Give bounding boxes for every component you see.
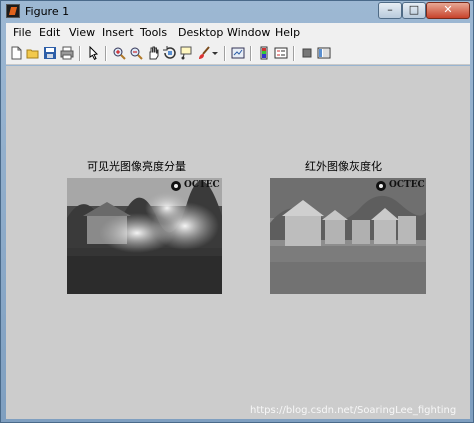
- menu-bar: File Edit View Insert Tools Desktop Wind…: [6, 23, 470, 42]
- show-plot-tools-icon[interactable]: [317, 46, 331, 60]
- menu-help[interactable]: Help: [275, 26, 300, 39]
- select-arrow-icon[interactable]: [86, 46, 100, 60]
- toolbar-separator: [293, 46, 295, 61]
- menu-desktop[interactable]: Desktop: [178, 26, 223, 39]
- window-title: Figure 1: [25, 5, 70, 18]
- left-axes-title: 可见光图像亮度分量: [87, 160, 186, 173]
- visible-light-image[interactable]: OCTEC: [67, 178, 222, 294]
- matlab-icon: [6, 4, 20, 18]
- pan-hand-icon[interactable]: [146, 46, 160, 60]
- watermark: https://blog.csdn.net/SoaringLee_fightin…: [250, 405, 457, 416]
- menu-window[interactable]: Window: [227, 26, 270, 39]
- menu-file[interactable]: File: [13, 26, 31, 39]
- menu-edit[interactable]: Edit: [39, 26, 60, 39]
- new-file-icon[interactable]: [9, 46, 23, 60]
- menu-insert[interactable]: Insert: [102, 26, 134, 39]
- figure-canvas[interactable]: 可见光图像亮度分量 OCTEC 红外图像灰度化 OCTEC https://bl…: [6, 66, 470, 419]
- brush-icon[interactable]: [197, 46, 211, 60]
- maximize-button[interactable]: □: [402, 2, 426, 19]
- open-folder-icon[interactable]: [26, 46, 40, 60]
- hide-plot-tools-icon[interactable]: [300, 46, 314, 60]
- visible-light-scene: [67, 178, 222, 294]
- toolbar-separator: [250, 46, 252, 61]
- infrared-scene: [270, 178, 426, 294]
- rotate-3d-icon[interactable]: [163, 46, 177, 60]
- menu-tools[interactable]: Tools: [140, 26, 167, 39]
- colorbar-icon[interactable]: [257, 46, 271, 60]
- data-cursor-icon[interactable]: [180, 46, 194, 60]
- toolbar-separator: [79, 46, 81, 61]
- infrared-image[interactable]: OCTEC: [270, 178, 426, 294]
- link-plot-icon[interactable]: [231, 46, 245, 60]
- title-bar[interactable]: Figure 1 – □ ✕: [1, 1, 473, 22]
- print-icon[interactable]: [60, 46, 74, 60]
- toolbar-separator: [105, 46, 107, 61]
- figure-window: Figure 1 – □ ✕ File Edit View Insert Too…: [0, 0, 474, 423]
- left-logo-text: OCTEC: [184, 180, 220, 190]
- figure-toolbar: [6, 42, 470, 65]
- zoom-out-icon[interactable]: [129, 46, 143, 60]
- save-icon[interactable]: [43, 46, 57, 60]
- toolbar-separator: [224, 46, 226, 61]
- right-axes-title: 红外图像灰度化: [305, 160, 382, 173]
- close-button[interactable]: ✕: [426, 2, 470, 19]
- brush-dropdown-icon[interactable]: [211, 46, 219, 60]
- menu-view[interactable]: View: [69, 26, 95, 39]
- legend-icon[interactable]: [274, 46, 288, 60]
- minimize-button[interactable]: –: [378, 2, 402, 19]
- right-logo-text: OCTEC: [389, 180, 425, 190]
- zoom-in-icon[interactable]: [112, 46, 126, 60]
